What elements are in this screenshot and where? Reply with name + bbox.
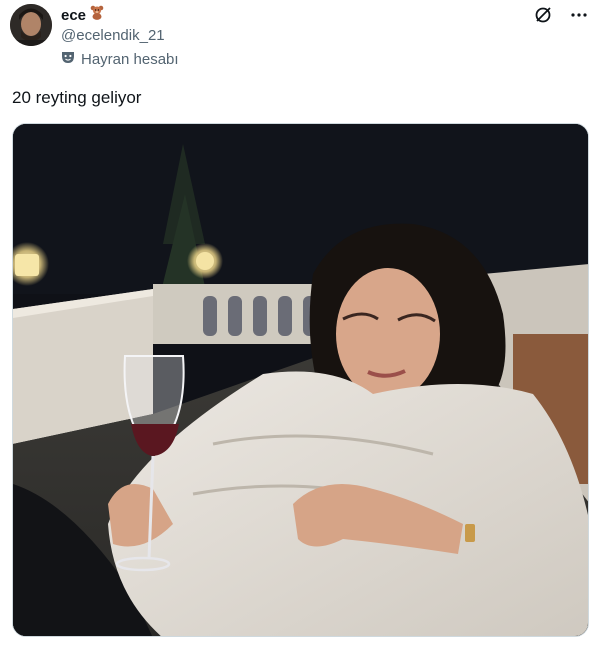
grok-icon[interactable] (532, 4, 554, 26)
scene-image (13, 124, 588, 636)
display-name[interactable]: ece (61, 7, 86, 24)
post-media[interactable] (12, 123, 589, 637)
more-options-icon[interactable] (568, 4, 590, 26)
account-label: Hayran hesabı (61, 50, 179, 69)
post-text: 20 reyting geliyor (12, 88, 142, 107)
avatar[interactable] (10, 4, 52, 46)
post-actions (532, 4, 590, 26)
avatar-image (10, 4, 52, 46)
account-label-text: Hayran hesabı (81, 51, 179, 68)
author-name-row[interactable]: ece (61, 5, 104, 25)
user-handle[interactable]: @ecelendik_21 (61, 27, 165, 44)
teddy-bear-icon (90, 5, 104, 25)
theater-masks-icon (61, 50, 75, 69)
